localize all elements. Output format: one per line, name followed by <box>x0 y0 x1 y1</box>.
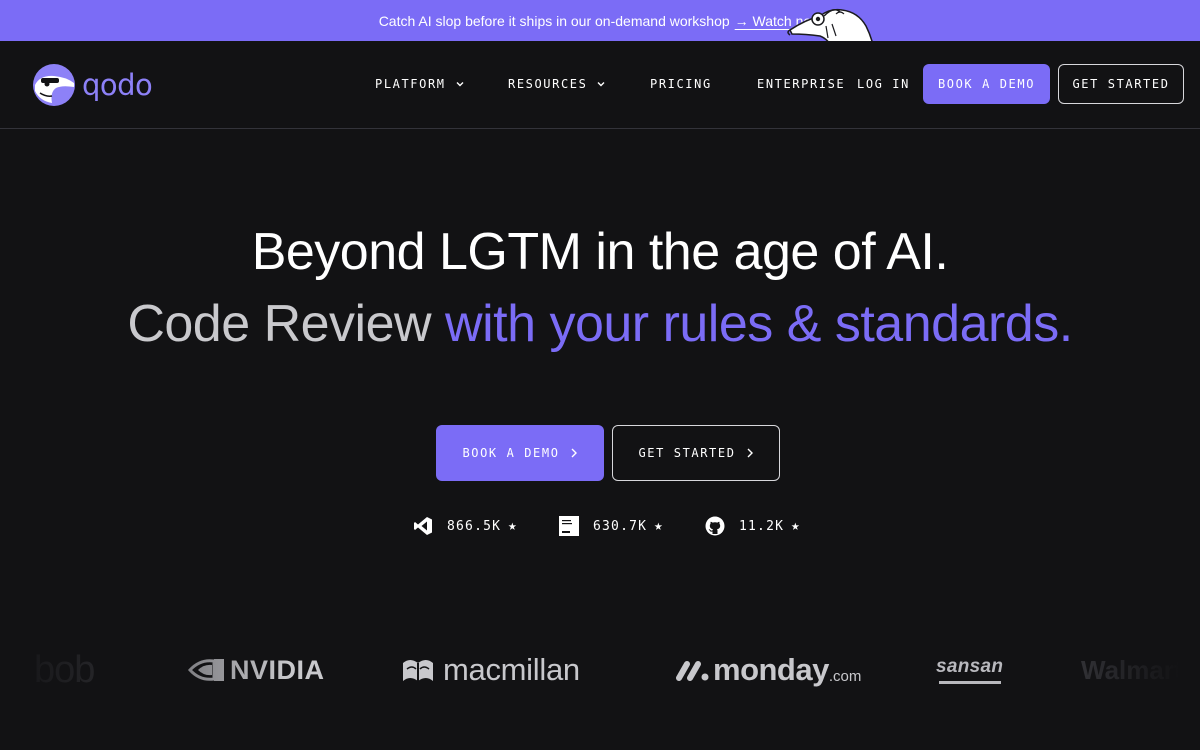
qodo-mascot-icon <box>33 64 75 106</box>
github-stars[interactable]: 11.2K ★ <box>705 514 801 538</box>
nav-enterprise-label: ENTERPRISE <box>757 77 846 91</box>
banner-text: Catch AI slop before it ships in our on-… <box>378 12 730 29</box>
nav-enterprise[interactable]: ENTERPRISE <box>757 41 845 127</box>
book-demo-label: BOOK A DEMO <box>462 446 560 460</box>
sansan-underline <box>938 681 1001 684</box>
get-started-button[interactable]: GET STARTED <box>612 425 780 481</box>
vscode-count: 866.5K <box>447 518 502 534</box>
nav-platform-label: PLATFORM <box>375 77 446 91</box>
macmillan-wordmark: macmillan <box>443 652 580 687</box>
jetbrains-icon <box>559 516 579 536</box>
github-icon <box>705 516 725 536</box>
login-label: LOG IN <box>857 77 910 91</box>
logo-wordmark: qodo <box>82 68 153 102</box>
nvidia-eye-icon <box>188 659 224 681</box>
site-header: qodo PLATFORM RESOURCES PRICING ENTERPRI… <box>0 41 1200 129</box>
sansan-wordmark: sansan <box>936 656 1004 677</box>
hero-title: Beyond LGTM in the age of AI. <box>251 223 949 281</box>
header-get-started-button[interactable]: GET STARTED <box>1058 64 1184 104</box>
customer-logos: bob NVIDIA macmillan monday .com sansan … <box>0 630 1200 710</box>
nav-pricing[interactable]: PRICING <box>650 41 712 127</box>
monday-mark-icon <box>676 661 709 681</box>
brand-bob: bob <box>34 648 95 691</box>
nvidia-wordmark: NVIDIA <box>230 654 325 685</box>
chevron-down-icon <box>597 82 605 87</box>
vscode-installs[interactable]: 866.5K ★ <box>413 514 518 538</box>
jetbrains-count: 630.7K <box>593 518 648 534</box>
mascot-icon <box>787 8 873 41</box>
nav-platform[interactable]: PLATFORM <box>375 41 465 127</box>
qodo-logo[interactable]: qodo <box>32 63 153 107</box>
book-demo-button[interactable]: BOOK A DEMO <box>436 425 604 481</box>
jetbrains-installs[interactable]: 630.7K ★ <box>559 514 664 538</box>
login-link[interactable]: LOG IN <box>857 41 910 127</box>
macmillan-mark-icon <box>403 660 433 681</box>
chevron-right-icon <box>747 448 753 458</box>
hero-subtitle: Code Review with your rules & standards. <box>0 294 1200 354</box>
monday-suffix: .com <box>828 667 862 685</box>
monday-wordmark: monday <box>713 652 829 687</box>
brand-macmillan: macmillan <box>401 630 580 710</box>
brand-walmart: Walmart <box>1081 654 1183 685</box>
header-book-demo-button[interactable]: BOOK A DEMO <box>923 64 1050 104</box>
brand-nvidia: NVIDIA <box>188 630 325 710</box>
chevron-right-icon <box>571 448 577 458</box>
star-icon: ★ <box>508 518 518 534</box>
brand-sansan: sansan <box>936 630 1003 710</box>
chevron-down-icon <box>456 82 464 87</box>
brand-monday: monday .com <box>676 630 861 710</box>
nav-resources-label: RESOURCES <box>508 77 588 91</box>
hero-subtitle-accent: with your rules & standards. <box>445 295 1073 353</box>
announcement-banner: Catch AI slop before it ships in our on-… <box>0 0 1200 41</box>
star-icon: ★ <box>654 518 664 534</box>
get-started-label: GET STARTED <box>638 446 736 460</box>
github-count: 11.2K <box>739 518 785 534</box>
nav-pricing-label: PRICING <box>650 77 712 91</box>
vscode-icon <box>414 517 432 535</box>
hero-subtitle-plain: Code Review <box>127 295 446 353</box>
nav-resources[interactable]: RESOURCES <box>508 41 606 127</box>
star-icon: ★ <box>791 518 801 534</box>
